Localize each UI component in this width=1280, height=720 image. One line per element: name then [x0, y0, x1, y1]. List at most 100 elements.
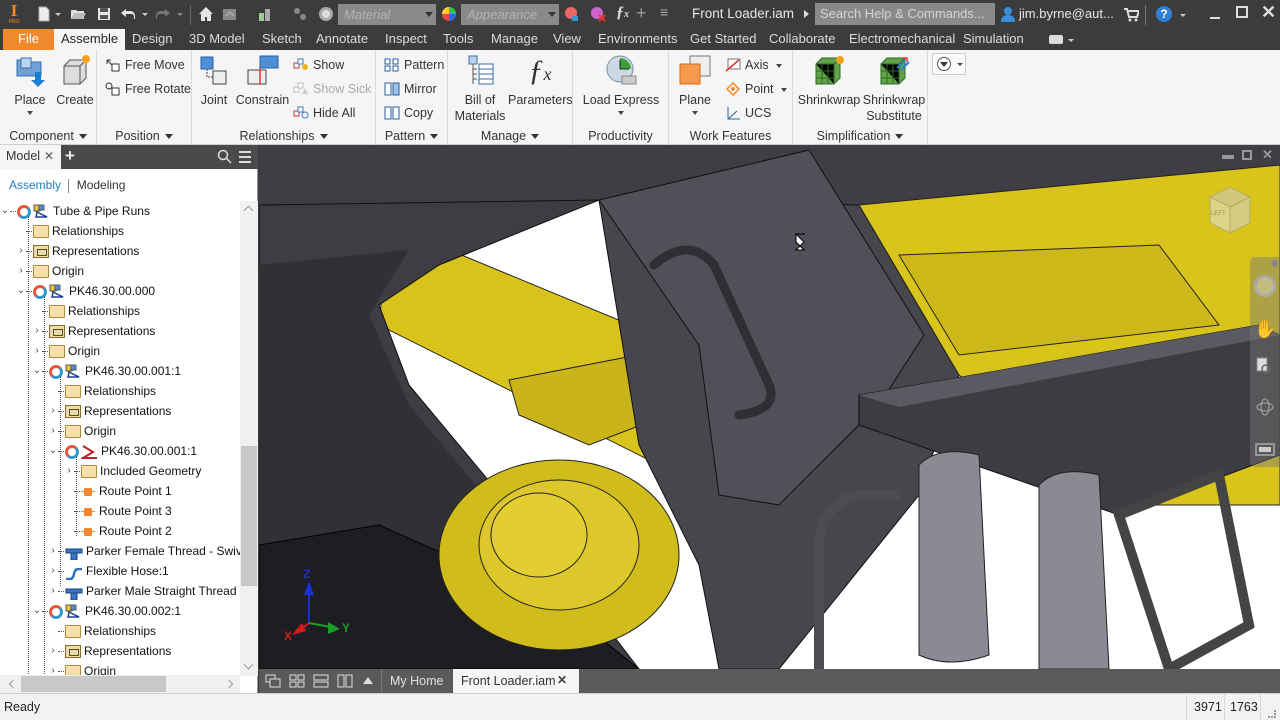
chevron-down-icon[interactable]: ⌄: [48, 441, 58, 461]
ribbon-display-toggle[interactable]: [1049, 35, 1063, 44]
tree-node[interactable]: Relationships: [58, 381, 156, 401]
close-model-tab-icon[interactable]: ✕: [44, 149, 54, 163]
parameters-button[interactable]: ƒx Parameters: [508, 54, 573, 108]
chevron-right-icon[interactable]: ›: [64, 461, 74, 481]
load-express-button[interactable]: Load Express: [581, 54, 661, 115]
undo-icon[interactable]: [120, 6, 136, 22]
viewport-close-button[interactable]: ✕: [1262, 147, 1273, 163]
tab-annotate[interactable]: Annotate: [309, 29, 375, 50]
panel-label-component[interactable]: Component: [0, 129, 96, 143]
chevron-down-icon[interactable]: ⌄: [32, 361, 42, 381]
orbit-icon[interactable]: [1255, 397, 1275, 417]
tab-tools[interactable]: Tools: [436, 29, 480, 50]
shrinkwrap-button[interactable]: Shrinkwrap: [797, 54, 861, 108]
tab-list-icon[interactable]: [363, 677, 373, 684]
scroll-left-icon[interactable]: [8, 679, 18, 689]
scroll-thumb[interactable]: [241, 446, 257, 586]
new-dropdown-icon[interactable]: [55, 13, 61, 16]
tree-node[interactable]: Route Point 2: [74, 521, 172, 541]
tile-vertical-icon[interactable]: [337, 674, 353, 688]
tree-node[interactable]: Relationships: [58, 621, 156, 641]
tab-simulation[interactable]: Simulation: [956, 29, 1031, 50]
save-icon[interactable]: [96, 6, 112, 22]
browser-vertical-scrollbar[interactable]: [240, 201, 258, 676]
adjust-appearance-icon[interactable]: [564, 6, 580, 22]
chevron-right-icon[interactable]: ›: [48, 541, 58, 561]
scroll-right-icon[interactable]: [224, 679, 234, 689]
search-icon[interactable]: [217, 149, 233, 165]
tree-node[interactable]: ⌄ PK46.30.00.001:1: [49, 441, 197, 461]
joint-button[interactable]: Joint: [194, 54, 234, 108]
model-3d-view[interactable]: [259, 145, 1280, 669]
menu-icon[interactable]: [238, 150, 252, 164]
tree-node[interactable]: › Parker Male Straight Thread 1 x: [51, 581, 240, 601]
chevron-down-icon[interactable]: ⌄: [32, 601, 42, 621]
constrain-button[interactable]: Constrain: [235, 54, 290, 108]
close-button[interactable]: ✕: [1261, 2, 1276, 23]
ribbon-more-button[interactable]: [932, 53, 966, 75]
panel-label-manage[interactable]: Manage: [448, 129, 572, 143]
tree-node[interactable]: › Parker Female Thread - Swivel 1: [51, 541, 240, 561]
search-input[interactable]: Search Help & Commands...: [815, 3, 995, 25]
redo-icon[interactable]: [155, 6, 171, 22]
copy-button[interactable]: Copy: [384, 103, 433, 123]
tab-3d-model[interactable]: 3D Model: [182, 29, 252, 50]
tree-node[interactable]: › Representations: [51, 641, 171, 661]
add-tab-icon[interactable]: +: [65, 146, 75, 166]
redo-dropdown-icon[interactable]: [177, 13, 183, 16]
resize-grip-icon[interactable]: [1268, 710, 1276, 718]
tab-inspect[interactable]: Inspect: [378, 29, 434, 50]
plus-icon[interactable]: +: [636, 3, 647, 24]
graphics-viewport[interactable]: ✕ LEFT ✋ Z Y X: [259, 145, 1280, 669]
update-icon[interactable]: [49, 604, 63, 619]
panel-label-pattern[interactable]: Pattern: [376, 129, 447, 143]
home-icon[interactable]: [198, 6, 214, 22]
tree-node[interactable]: › Representations: [35, 321, 155, 341]
tab-file[interactable]: File: [3, 29, 54, 50]
undo-dropdown-icon[interactable]: [142, 13, 148, 16]
tab-my-home[interactable]: My Home: [382, 669, 452, 693]
tab-manage[interactable]: Manage: [484, 29, 545, 50]
show-sick-button[interactable]: Show Sick: [293, 79, 371, 99]
chevron-right-icon[interactable]: ›: [16, 241, 26, 261]
chevron-right-icon[interactable]: ›: [48, 661, 58, 676]
browser-horizontal-scrollbar[interactable]: [0, 675, 240, 693]
viewport-minimize-button[interactable]: [1222, 155, 1234, 159]
tab-front-loader[interactable]: Front Loader.iam ✕: [453, 669, 579, 693]
tab-electromechanical[interactable]: Electromechanical: [842, 29, 962, 50]
tab-view[interactable]: View: [546, 29, 588, 50]
ucs-button[interactable]: UCS: [725, 103, 771, 123]
tab-assemble[interactable]: Assemble: [54, 29, 126, 50]
select-icon[interactable]: [258, 6, 274, 22]
clear-appearance-icon[interactable]: [590, 6, 606, 22]
bill-of-materials-button[interactable]: Bill of Materials: [452, 54, 508, 124]
plane-button[interactable]: Plane: [675, 54, 715, 115]
tree-node[interactable]: ⌄ Tube & Pipe Runs: [1, 201, 150, 221]
minimize-button[interactable]: [1210, 17, 1220, 19]
maximize-button[interactable]: [1236, 6, 1248, 18]
shrinkwrap-substitute-button[interactable]: Shrinkwrap Substitute: [861, 54, 927, 124]
tree-node[interactable]: › Origin: [35, 341, 100, 361]
tab-environments[interactable]: Environments: [591, 29, 684, 50]
measure-icon[interactable]: [292, 6, 308, 22]
close-tab-icon[interactable]: ✕: [557, 673, 567, 687]
tab-sketch[interactable]: Sketch: [255, 29, 309, 50]
chevron-right-icon[interactable]: ›: [32, 321, 42, 341]
tree-node[interactable]: Relationships: [26, 221, 124, 241]
cascade-windows-icon[interactable]: [265, 674, 281, 688]
material-icon[interactable]: [318, 6, 334, 22]
open-icon[interactable]: [70, 6, 86, 22]
material-dropdown[interactable]: Material: [338, 4, 436, 25]
chevron-down-icon[interactable]: ⌄: [16, 281, 26, 301]
mirror-button[interactable]: Mirror: [384, 79, 437, 99]
tab-collaborate[interactable]: Collaborate: [762, 29, 843, 50]
chevron-right-icon[interactable]: ›: [48, 581, 58, 601]
qat-customize-icon[interactable]: ≡: [660, 4, 668, 20]
tree-node[interactable]: Route Point 1: [74, 481, 172, 501]
new-icon[interactable]: [36, 6, 52, 22]
viewcube[interactable]: LEFT: [1205, 185, 1255, 235]
place-button[interactable]: Place: [8, 54, 52, 115]
cart-icon[interactable]: [1123, 7, 1141, 23]
tile-horizontal-icon[interactable]: [313, 674, 329, 688]
point-button[interactable]: Point: [725, 79, 787, 99]
